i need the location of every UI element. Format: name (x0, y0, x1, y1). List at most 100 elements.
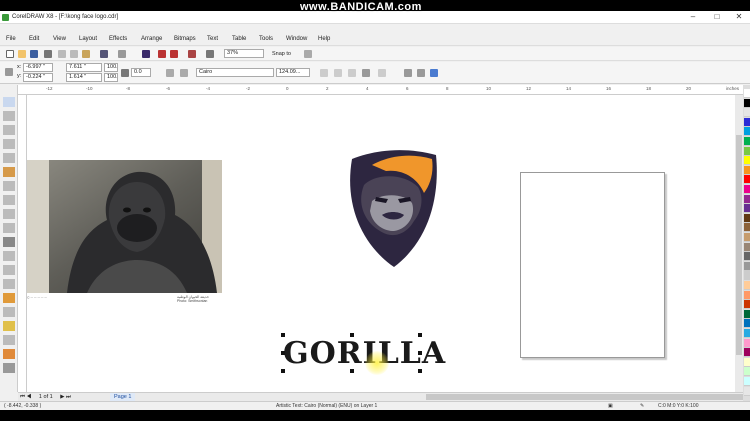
zoom-level-select[interactable]: 37% (224, 49, 264, 58)
dimension-tool-icon[interactable] (3, 265, 15, 275)
menu-view[interactable]: View (53, 36, 66, 42)
undo-icon[interactable] (100, 50, 108, 58)
text-align-icon[interactable] (362, 69, 370, 77)
color-eyedropper-tool-icon[interactable] (3, 321, 15, 331)
edit-text-icon[interactable] (417, 69, 425, 77)
color-swatch[interactable] (744, 281, 750, 290)
menu-layout[interactable]: Layout (79, 36, 97, 42)
color-swatch[interactable] (744, 271, 750, 281)
rotation-field[interactable]: 0.0 (131, 68, 151, 77)
menu-edit[interactable]: Edit (29, 36, 39, 42)
polygon-tool-icon[interactable] (3, 209, 15, 219)
snap-to-dropdown[interactable]: Snap to (272, 51, 291, 57)
menu-tools[interactable]: Tools (259, 36, 273, 42)
previous-page-icon[interactable]: ◀ (26, 394, 31, 400)
bold-icon[interactable] (320, 69, 328, 77)
menu-file[interactable]: File (6, 36, 16, 42)
selection-handle[interactable] (281, 369, 285, 373)
color-swatch[interactable] (744, 348, 750, 358)
color-swatch[interactable] (744, 386, 750, 396)
color-swatch[interactable] (744, 252, 750, 262)
mirror-vertical-icon[interactable] (180, 69, 188, 77)
export-icon[interactable] (170, 50, 178, 58)
drop-shadow-tool-icon[interactable] (3, 293, 15, 303)
import-icon[interactable] (158, 50, 166, 58)
font-list-select[interactable]: Cairo (196, 68, 274, 77)
last-page-icon[interactable]: ⏭ (66, 394, 71, 400)
color-swatch[interactable] (744, 338, 750, 348)
crop-tool-icon[interactable] (3, 125, 15, 135)
new-document-icon[interactable] (6, 50, 14, 58)
selection-handle[interactable] (418, 351, 422, 355)
color-swatch[interactable] (744, 194, 750, 204)
gorilla-photo[interactable] (27, 160, 222, 293)
text-tool-icon[interactable] (3, 237, 15, 247)
minimize-button[interactable]: ‒ (682, 12, 704, 22)
color-swatch[interactable] (744, 204, 750, 214)
color-swatch[interactable] (744, 357, 750, 367)
color-swatch[interactable] (744, 319, 750, 329)
scale-width-field[interactable]: 100.0 (104, 63, 118, 72)
freehand-tool-icon[interactable] (3, 153, 15, 163)
bullet-list-icon[interactable] (378, 69, 386, 77)
close-button[interactable]: ✕ (728, 12, 750, 22)
menu-effects[interactable]: Effects (109, 36, 127, 42)
color-swatch[interactable] (744, 137, 750, 146)
color-swatch[interactable] (744, 242, 750, 252)
color-swatch[interactable] (744, 377, 750, 386)
menu-bitmaps[interactable]: Bitmaps (174, 36, 196, 42)
color-swatch[interactable] (744, 290, 750, 300)
selection-handle[interactable] (281, 351, 285, 355)
color-swatch[interactable] (744, 233, 750, 242)
paste-icon[interactable] (82, 50, 90, 58)
page-tab[interactable]: Page 1 (110, 393, 136, 401)
options-icon[interactable] (304, 50, 312, 58)
color-swatch[interactable] (744, 98, 750, 108)
color-swatch[interactable] (744, 165, 750, 175)
cut-icon[interactable] (58, 50, 66, 58)
gorilla-shield-logo[interactable] (342, 145, 442, 269)
publish-pdf-icon[interactable] (188, 50, 196, 58)
next-page-icon[interactable]: ▶ (60, 394, 64, 400)
selection-handle[interactable] (350, 333, 354, 337)
italic-icon[interactable] (334, 69, 342, 77)
underline-icon[interactable] (348, 69, 356, 77)
table-tool-icon[interactable] (3, 251, 15, 261)
menu-arrange[interactable]: Arrange (141, 36, 162, 42)
color-swatch[interactable] (744, 108, 750, 118)
pick-tool-icon[interactable] (3, 97, 15, 107)
mirror-horizontal-icon[interactable] (166, 69, 174, 77)
y-position-field[interactable]: -0.224 " (23, 73, 53, 82)
color-swatch[interactable] (744, 146, 750, 156)
color-swatch[interactable] (744, 223, 750, 233)
outline-pen-icon[interactable]: ✎ (640, 403, 644, 409)
color-swatch[interactable] (744, 309, 750, 319)
open-folder-icon[interactable] (18, 50, 26, 58)
object-origin-icon[interactable] (5, 68, 13, 76)
shape-tool-icon[interactable] (3, 111, 15, 121)
font-size-select[interactable]: 124.09... (276, 68, 310, 77)
maximize-button[interactable]: □ (706, 12, 728, 22)
outline-tool-icon[interactable] (3, 363, 15, 373)
interactive-fill-tool-icon[interactable] (3, 335, 15, 345)
color-swatch[interactable] (744, 329, 750, 338)
menu-text[interactable]: Text (207, 36, 218, 42)
gorilla-artistic-text[interactable]: GORILLA (283, 334, 445, 374)
color-swatch[interactable] (744, 213, 750, 223)
color-swatch[interactable] (744, 117, 750, 127)
artistic-media-tool-icon[interactable] (3, 167, 15, 177)
x-position-field[interactable]: -6.997 " (23, 63, 53, 72)
width-field[interactable]: 7.611 " (66, 63, 102, 72)
ellipse-tool-icon[interactable] (3, 195, 15, 205)
save-icon[interactable] (30, 50, 38, 58)
copy-icon[interactable] (70, 50, 78, 58)
search-content-icon[interactable] (142, 50, 150, 58)
color-swatch[interactable] (744, 185, 750, 194)
basic-shapes-tool-icon[interactable] (3, 223, 15, 233)
rectangle-tool-icon[interactable] (3, 181, 15, 191)
character-formatting-icon[interactable] (404, 69, 412, 77)
selection-handle[interactable] (418, 333, 422, 337)
color-swatch[interactable] (744, 127, 750, 137)
color-swatch[interactable] (744, 300, 750, 310)
text-direction-icon[interactable] (430, 69, 438, 77)
